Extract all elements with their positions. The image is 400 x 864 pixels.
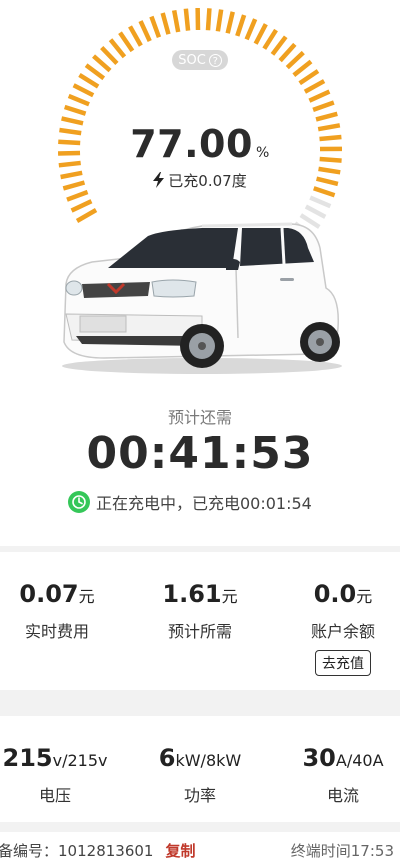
gauge-tick: [262, 28, 278, 50]
stat-voltage: 215v/215v 电压: [0, 744, 120, 806]
gauge-tick: [215, 9, 224, 32]
remaining-time: 00:41:53: [86, 428, 314, 479]
gauge-tick: [244, 18, 258, 41]
gauge-tick: [171, 9, 181, 33]
gauge-tick: [67, 93, 90, 107]
stat-label: 电流: [326, 786, 359, 805]
stat-label: 功率: [183, 786, 216, 805]
stat-current: 30A/40A 电流: [278, 744, 400, 806]
terminal-time-value: 17:53: [350, 842, 394, 860]
stat-unit: 元: [356, 587, 373, 606]
device-id-value: 1012813601: [58, 842, 154, 860]
gauge-tick: [108, 38, 127, 59]
stat-value: 0.0: [313, 580, 357, 608]
charging-status-text: 正在充电中，已充电00:01:54: [96, 494, 312, 513]
gauge-tick: [315, 111, 338, 122]
clock-icon: [68, 491, 90, 513]
car-image: [62, 222, 342, 374]
gauge-tick: [278, 42, 297, 63]
recharge-button[interactable]: 去充值: [315, 650, 371, 676]
stat-power: 6kW/8kW 功率: [135, 744, 265, 806]
stat-value: 215: [2, 744, 53, 772]
power-card: 215v/215v 电压 6kW/8kW 功率 30A/40A 电流: [0, 716, 400, 822]
gauge-tick: [225, 11, 235, 34]
lightning-icon: [153, 172, 165, 188]
gauge-tick: [78, 73, 100, 89]
help-icon: ?: [208, 53, 222, 67]
stat-label: 电压: [38, 786, 71, 805]
gauge-tick: [70, 199, 93, 213]
stat-estimated-cost: 1.61元 预计所需: [135, 580, 265, 642]
gauge-tick: [303, 79, 326, 94]
copy-button[interactable]: 复制: [165, 842, 195, 860]
stat-label: 预计所需: [167, 622, 232, 641]
stat-value: 30: [302, 744, 336, 772]
gauge-tick: [160, 12, 171, 35]
stat-unit: kW/8kW: [175, 751, 242, 770]
gauge-tick: [285, 50, 305, 70]
gauge-tick: [312, 100, 335, 113]
gauge-tick: [205, 8, 212, 31]
soc-percentage: 77.00%: [0, 122, 400, 166]
gauge-tick: [92, 54, 112, 73]
gauge-tick: [235, 14, 247, 37]
soc-badge-label: SOC: [178, 52, 206, 68]
stat-account-balance: 0.0元 账户余额 去充值: [278, 580, 400, 676]
gauge-tick: [149, 15, 162, 39]
gauge-tick: [298, 69, 320, 86]
device-footer: 备编号：1012813601 复制 终端时间17:53: [0, 832, 400, 864]
terminal-time: 终端时间17:53: [291, 840, 394, 861]
stat-value: 1.61: [162, 580, 222, 608]
soc-badge[interactable]: SOC ?: [172, 50, 228, 70]
stat-value: 6: [158, 744, 176, 772]
charging-hero: SOC ? 77.00% 已充0.07度 预计还需 00:41:53 正在充电中…: [0, 0, 400, 546]
gauge-tick: [100, 45, 119, 65]
stat-label: 实时费用: [24, 622, 89, 641]
gauge-tick: [66, 189, 89, 202]
stat-unit: 元: [78, 587, 95, 606]
gauge-tick: [253, 23, 268, 45]
stat-unit: 元: [221, 587, 238, 606]
stat-value: 0.07: [19, 580, 79, 608]
gauge-tick: [84, 63, 106, 81]
gauge-tick: [128, 25, 143, 47]
stat-realtime-cost: 0.07元 实时费用: [0, 580, 122, 642]
charged-energy: 已充0.07度: [0, 170, 400, 191]
device-id-prefix: 备编号：: [0, 842, 59, 860]
gauge-tick: [292, 59, 313, 77]
gauge-tick: [118, 31, 135, 53]
gauge-tick: [138, 20, 152, 42]
stat-unit: v/215v: [52, 751, 108, 770]
stat-unit: A/40A: [335, 751, 384, 770]
gauge-tick: [72, 83, 95, 98]
soc-percentage-unit: %: [255, 145, 270, 161]
gauge-tick: [308, 89, 331, 103]
charged-energy-text: 已充0.07度: [168, 172, 247, 190]
device-id: 备编号：1012813601 复制: [0, 840, 195, 861]
charging-status: 正在充电中，已充电00:01:54: [68, 490, 312, 514]
cost-card: 0.07元 实时费用 1.61元 预计所需 0.0元 账户余额 去充值: [0, 552, 400, 690]
soc-percentage-number: 77.00: [130, 122, 253, 166]
remaining-time-label: 预计还需: [167, 408, 232, 427]
stat-label: 账户余额: [310, 622, 375, 641]
gauge-tick: [309, 195, 332, 209]
gauge-tick: [270, 35, 288, 56]
gauge-tick: [183, 8, 191, 31]
terminal-time-label: 终端时间: [290, 842, 351, 860]
gauge-tick: [304, 204, 327, 219]
gauge-tick: [63, 104, 87, 116]
